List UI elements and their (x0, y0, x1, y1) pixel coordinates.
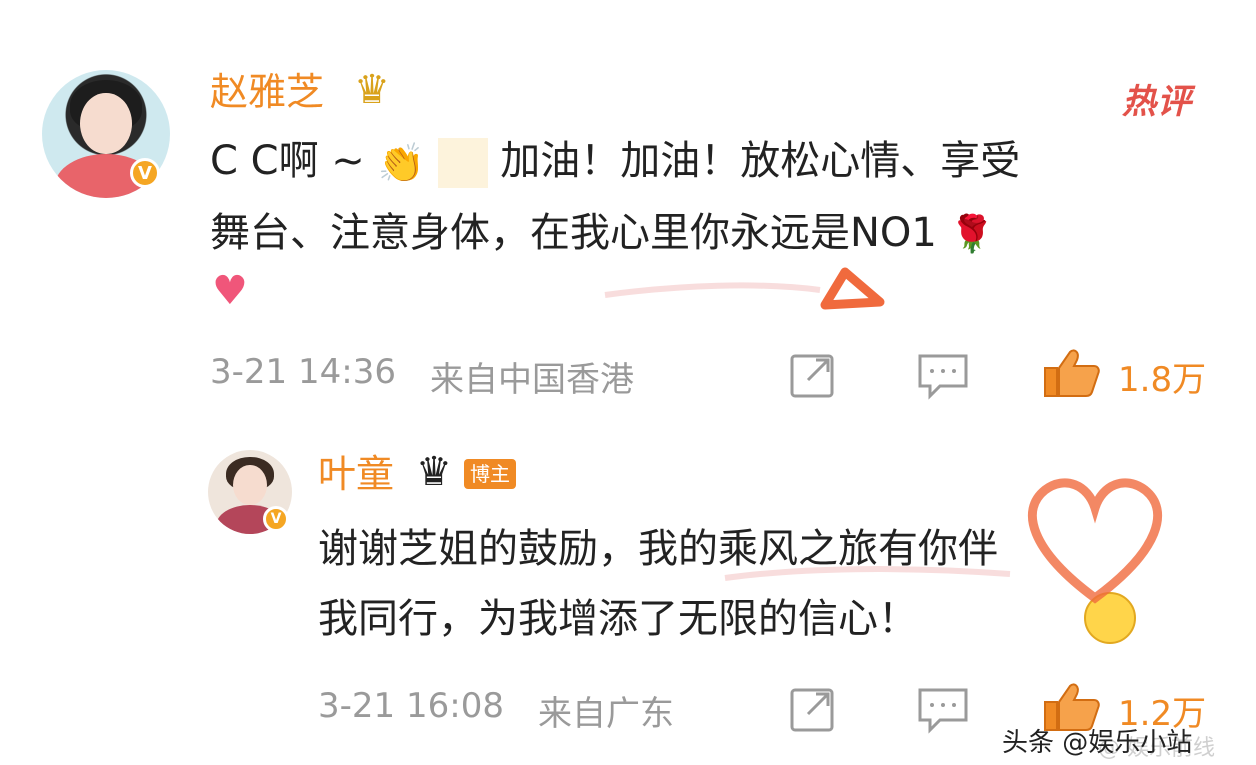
flower-emoji: 🌹 (949, 214, 995, 255)
decorative-scribble (724, 566, 1011, 581)
comment-source: 来自中国香港 (430, 360, 634, 400)
reply-time: 3-21 16:08 (318, 686, 504, 726)
comment-text: C C啊 ~ 👏 加油！加油！放松心情、享受 (210, 126, 1230, 198)
watermark: 头条 @娱乐小站 (1002, 728, 1193, 758)
verified-v-icon: V (130, 158, 160, 188)
hot-comment-badge: 热评 (1122, 82, 1192, 122)
reply-name[interactable]: 叶童 (318, 452, 394, 496)
thumbs-up-icon[interactable] (1042, 346, 1102, 400)
blank-emoji (437, 138, 488, 188)
crown-icon: ♛ (354, 67, 390, 113)
commenter-name[interactable]: 赵雅芝 (210, 70, 324, 114)
verified-v-icon: V (263, 506, 289, 532)
share-icon[interactable] (788, 352, 840, 400)
comment-icon[interactable] (916, 352, 972, 400)
comment-text-line1-rest: 加油！加油！放松心情、享受 (500, 138, 1021, 184)
comment-icon[interactable] (916, 686, 972, 734)
comment-text-line2: 舞台、注意身体，在我心里你永远是NO1 (210, 210, 937, 256)
decorative-scribble (604, 267, 885, 310)
heart-emoji: ♥ (212, 268, 248, 314)
share-icon[interactable] (788, 686, 840, 734)
blogger-badge: 博主 (464, 459, 516, 489)
like-count: 1.8万 (1118, 360, 1207, 400)
comment-text-line1: C C啊 ~ (210, 138, 365, 184)
clap-emoji: 👏 (377, 141, 425, 185)
reply-source: 来自广东 (538, 694, 674, 734)
crown-icon: ♛ (416, 449, 452, 495)
comment-time: 3-21 14:36 (210, 352, 396, 392)
decorative-heart (1027, 478, 1163, 604)
